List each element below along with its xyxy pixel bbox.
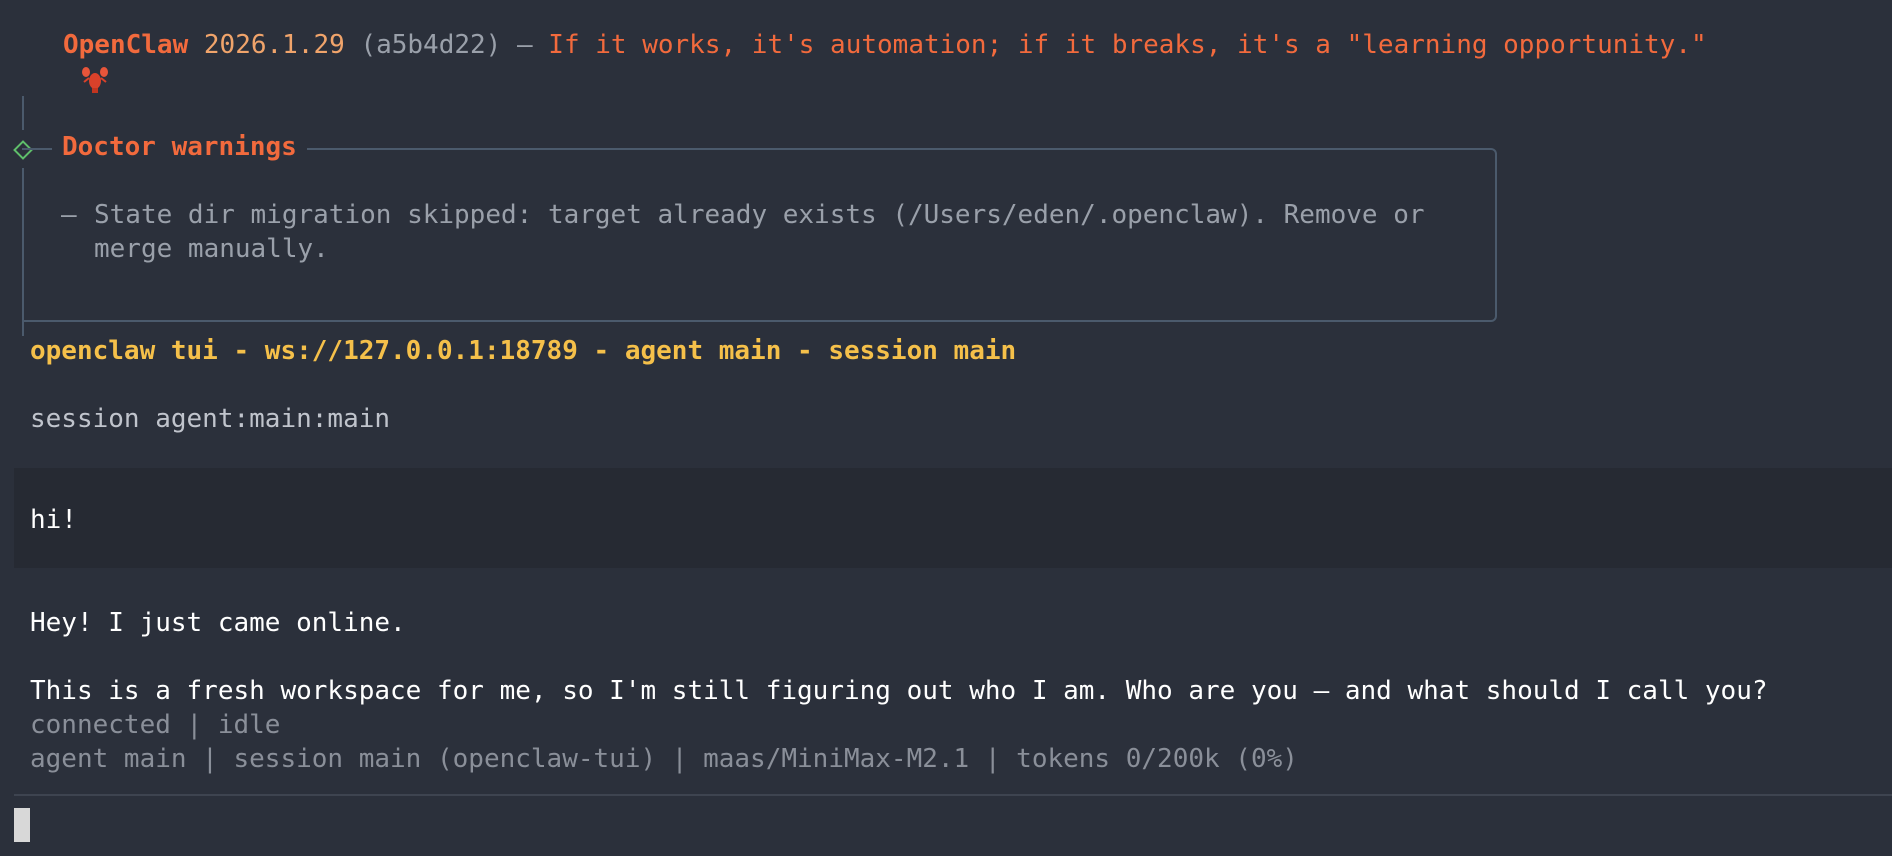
connection-status: connected | idle (30, 710, 281, 740)
header-separator: — (516, 30, 533, 60)
lobster-icon (17, 30, 108, 93)
user-message-band (14, 468, 1892, 568)
warning-text-line1: State dir migration skipped: target alre… (94, 200, 1425, 230)
input-divider (14, 794, 1892, 796)
session-status-bar: agent main | session main (openclaw-tui)… (30, 744, 1298, 774)
app-tagline: If it works, it's automation; if it brea… (548, 30, 1707, 60)
tree-rail-top (22, 96, 24, 130)
app-brand: OpenClaw (63, 30, 189, 60)
commit-hash: (a5b4d22) (360, 30, 502, 60)
tui-connection-line: openclaw tui - ws://127.0.0.1:18789 - ag… (30, 336, 1017, 366)
warning-bullet: – (61, 200, 77, 230)
doctor-warnings-title: Doctor warnings (52, 130, 307, 164)
app-header: OpenClaw 2026.1.29 (a5b4d22) — If it wor… (17, 28, 1707, 93)
assistant-message-line2: This is a fresh workspace for me, so I'm… (30, 676, 1768, 706)
assistant-message-line1: Hey! I just came online. (30, 608, 406, 638)
warning-text-line2: merge manually. (94, 234, 329, 264)
user-message: hi! (30, 505, 77, 535)
text-input-cursor[interactable] (14, 808, 30, 842)
app-version: 2026.1.29 (203, 30, 345, 60)
session-line: session agent:main:main (30, 404, 391, 434)
